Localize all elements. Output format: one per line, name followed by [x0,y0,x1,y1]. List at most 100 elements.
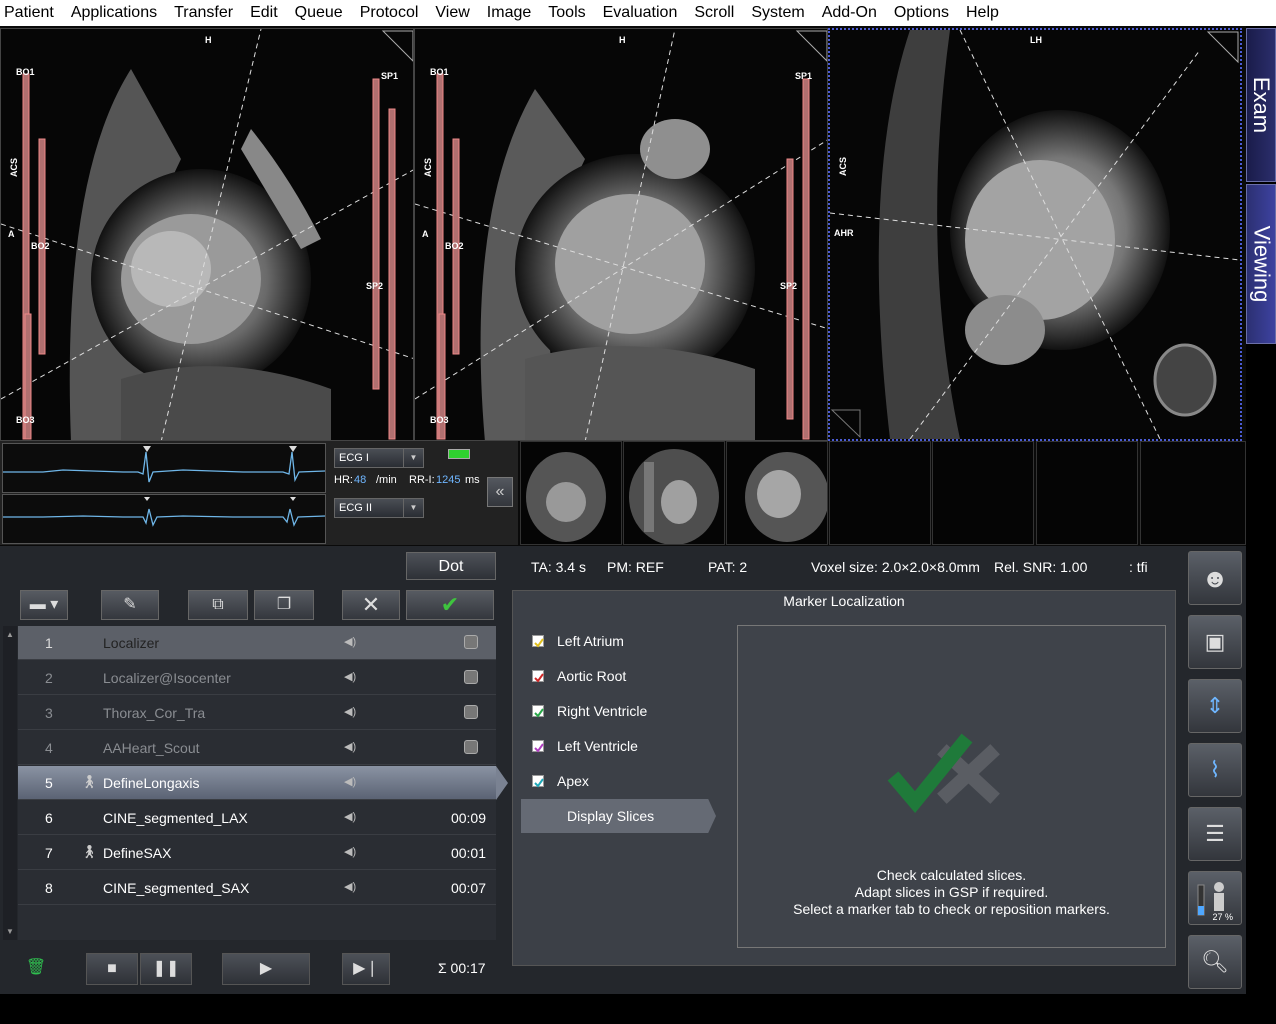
queue-row[interactable]: 4 AAHeart_Scout ◀) [18,731,496,765]
open-protocol-button[interactable]: ⧉ [188,590,248,620]
image-tools-button[interactable]: ▣ [1188,615,1242,669]
dot-button[interactable]: Dot [406,552,496,580]
stop-button[interactable]: ■ [86,953,138,985]
queue-row[interactable]: 1 Localizer ◀) [18,626,496,660]
thumbnail-empty-2[interactable] [932,441,1034,545]
head-view-button[interactable]: ☻ [1188,551,1242,605]
zoom-button[interactable]: 🔍︎ [1188,935,1242,989]
queue-row-number: 2 [45,670,53,686]
image-segment-3[interactable]: LH ACS AHR [828,28,1242,441]
mri-image-2 [415,29,827,440]
thumbnail-empty-3[interactable] [1036,441,1138,545]
marker-label: Left Atrium [557,633,624,649]
menu-protocol[interactable]: Protocol [360,4,419,22]
checkmark-icon: ✔ [440,592,460,617]
close-icon: ✕ [361,592,381,617]
queue-row-name: DefineSAX [103,845,172,861]
ecg-trace-1 [2,443,326,493]
queue-row-number: 3 [45,705,53,721]
marker-label: Aortic Root [557,668,627,684]
thumbnail-empty-1[interactable] [829,441,931,545]
layout-button[interactable]: ☰ [1188,807,1242,861]
mri-image-1 [1,29,413,440]
check-cross-icon [887,733,1000,813]
ecg-channel-2-select[interactable]: ECG II ▼ [334,498,424,518]
image-icon: ▣ [1204,629,1226,654]
queue-row-current[interactable]: 5 🚶︎ DefineLongaxis ◀) [18,766,496,800]
menu-applications[interactable]: Applications [71,4,157,22]
checkbox-icon[interactable] [532,740,544,753]
marker-label-bo1: BO1 [430,67,449,77]
patient-walk-icon: 🚶︎ [81,774,98,789]
menu-options[interactable]: Options [894,4,949,22]
checkbox-icon[interactable] [532,775,544,788]
rri-value: 1245 [436,474,461,486]
thumbnail-2[interactable] [623,441,725,545]
pause-button[interactable]: ❚❚ [140,953,192,985]
ecg-channel-1-value: ECG I [339,452,369,464]
orientation-label-mid: AHR [834,228,854,238]
image-segment-2[interactable]: H BO1 BO2 BO3 SP1 SP2 ACS A [414,28,828,441]
checkbox-icon[interactable] [532,705,544,718]
queue-row[interactable]: 6 CINE_segmented_LAX ◀) 00:09 [18,801,496,835]
status-icon [464,670,478,684]
scroll-down-icon[interactable]: ▼ [6,927,14,936]
collapse-button[interactable]: « [487,477,513,507]
menu-transfer[interactable]: Transfer [174,4,233,22]
queue-row[interactable]: 3 Thorax_Cor_Tra ◀) [18,696,496,730]
marker-label-bo3: BO3 [16,415,35,425]
options-dropdown-button[interactable]: ▬ ▾ [20,590,68,620]
checkbox-icon[interactable] [532,635,544,648]
menu-tools[interactable]: Tools [548,4,585,22]
queue-row[interactable]: 7 🚶︎ DefineSAX ◀) 00:01 [18,836,496,870]
display-slices-tab[interactable]: Display Slices [521,799,716,833]
tab-exam[interactable]: Exam [1246,28,1276,182]
menu-scroll[interactable]: Scroll [694,4,734,22]
menu-queue[interactable]: Queue [295,4,343,22]
marker-label-sp2: SP2 [366,281,384,291]
menu-view[interactable]: View [435,4,469,22]
queue-row-number: 8 [45,880,53,896]
scroll-up-icon[interactable]: ▲ [6,630,14,639]
menu-system[interactable]: System [751,4,804,22]
sar-button[interactable]: 27 % [1188,871,1242,925]
speaker-icon: ◀) [344,881,357,893]
menu-evaluation[interactable]: Evaluation [603,4,678,22]
cancel-button[interactable]: ✕ [342,590,400,620]
queue-row[interactable]: 8 CINE_segmented_SAX ◀) 00:07 [18,871,496,905]
hr-value: 48 [354,474,367,486]
image-segment-1[interactable]: H BO1 BO2 BO3 SP1 SP2 ACS A [0,28,414,441]
play-button[interactable]: ▶ [222,953,310,985]
chevron-down-icon: ▼ [403,499,423,517]
queue-row-name: AAHeart_Scout [103,740,200,756]
marker-label: Right Ventricle [557,703,648,719]
menu-add-on[interactable]: Add-On [822,4,877,22]
queue-row-number: 4 [45,740,53,756]
trash-button[interactable]: 🗑︎ [20,953,52,985]
physio-display-button[interactable]: ⌇ [1188,743,1242,797]
thumbnail-empty-4[interactable] [1140,441,1246,545]
skip-button[interactable]: ▶❘ [342,953,390,985]
thumbnail-1[interactable] [520,441,622,545]
patient-table-icon: ⇕ [1205,693,1225,718]
menu-image[interactable]: Image [487,4,531,22]
menu-patient[interactable]: Patient [4,4,54,22]
injector-button[interactable]: ✎ [101,590,159,620]
queue-row[interactable]: 2 Localizer@Isocenter ◀) [18,661,496,695]
waveform-icon: ⌇ [1209,757,1221,782]
menu-bar: Patient Applications Transfer Edit Queue… [0,0,1276,26]
copy-button[interactable]: ❐ [254,590,314,620]
menu-help[interactable]: Help [966,4,999,22]
menu-edit[interactable]: Edit [250,4,278,22]
queue-scrollbar[interactable]: ▲ ▼ [3,626,17,940]
rri-unit: ms [465,474,480,486]
patient-position-button[interactable]: ⇕ [1188,679,1242,733]
tab-viewing[interactable]: Viewing [1246,184,1276,344]
status-icon [464,705,478,719]
ecg-channel-1-select[interactable]: ECG I ▼ [334,448,424,468]
checkbox-icon[interactable] [532,670,544,683]
queue-row-number: 7 [45,845,53,861]
confirm-button[interactable]: ✔ [406,590,494,620]
queue-row-number: 5 [45,775,53,791]
thumbnail-3[interactable] [726,441,828,545]
